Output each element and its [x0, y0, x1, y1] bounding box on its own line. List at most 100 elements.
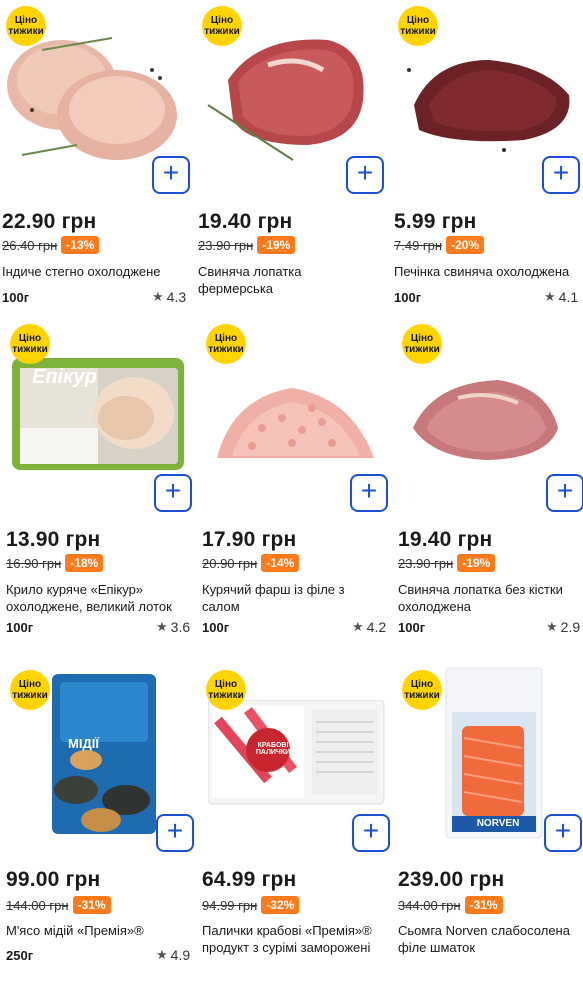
star-icon: ★: [156, 619, 168, 634]
product-card[interactable]: Ціно тижики + 19.40 грн 23.90 грн -19% С…: [198, 0, 394, 330]
star-icon: ★: [544, 289, 556, 304]
product-price: 17.90 грн: [202, 528, 297, 551]
title-line: охолоджене, великий лоток: [6, 599, 172, 614]
product-card[interactable]: Ціно тижики + 19.40 грн 23.90 грн -19% С…: [398, 318, 583, 648]
old-price: 7.49 грн: [394, 237, 443, 253]
add-to-cart-button[interactable]: +: [350, 474, 388, 512]
promo-badge: Ціно тижики: [10, 324, 50, 364]
old-price-row: 144.00 грн -31%: [6, 896, 111, 914]
product-title[interactable]: Печінка свиняча охолоджена: [394, 263, 583, 280]
rating-value: 4.3: [166, 289, 187, 305]
plus-icon: +: [164, 475, 182, 506]
package-brand: Епікур: [32, 366, 97, 388]
plus-icon: +: [356, 157, 374, 188]
title-line: фермерська: [198, 281, 274, 296]
product-title[interactable]: Свиняча лопатка фермерська: [198, 263, 398, 297]
product-price: 19.40 грн: [198, 210, 293, 233]
star-icon: ★: [152, 289, 164, 304]
plus-icon: +: [554, 815, 572, 846]
product-rating: ★ 4.9: [156, 947, 190, 963]
product-title[interactable]: Індиче стегно охолоджене: [2, 263, 202, 280]
old-price: 344.00 грн: [398, 897, 461, 913]
star-icon: ★: [156, 947, 168, 962]
add-to-cart-button[interactable]: +: [156, 814, 194, 852]
product-card[interactable]: МІДІЇ Ціно тижики + 99.00 грн 144.00 грн…: [6, 664, 202, 994]
product-price: 99.00 грн: [6, 868, 101, 891]
product-price: 64.99 грн: [202, 868, 297, 891]
add-to-cart-button[interactable]: +: [544, 814, 582, 852]
title-line: Свиняча лопатка без кістки: [398, 582, 563, 597]
old-price-row: 23.90 грн -19%: [198, 236, 296, 254]
add-to-cart-button[interactable]: +: [542, 156, 580, 194]
product-rating: ★ 4.2: [352, 619, 386, 635]
plus-icon: +: [552, 157, 570, 188]
product-title[interactable]: М'ясо мідій «Премія»®: [6, 922, 206, 939]
promo-badge: Ціно тижики: [202, 6, 242, 46]
promo-badge: Ціно тижики: [10, 670, 50, 710]
product-card[interactable]: Ціно тижики + 5.99 грн 7.49 грн -20% Печ…: [394, 0, 583, 330]
promo-badge: Ціно тижики: [402, 324, 442, 364]
old-price-row: 20.90 грн -14%: [202, 554, 300, 572]
product-title[interactable]: Сьомга Norven слабосолена філе шматок: [398, 922, 583, 956]
plus-icon: +: [556, 475, 574, 506]
discount-badge: -19%: [457, 554, 496, 572]
title-line: Крило куряче «Епікур»: [6, 582, 144, 597]
old-price-row: 7.49 грн -20%: [394, 236, 485, 254]
product-title[interactable]: Палички крабові «Премія»® продукт з сурі…: [202, 922, 402, 956]
title-line: М'ясо мідій «Премія»®: [6, 923, 144, 938]
add-to-cart-button[interactable]: +: [546, 474, 583, 512]
product-rating: ★ 4.1: [544, 289, 578, 305]
add-to-cart-button[interactable]: +: [346, 156, 384, 194]
product-card[interactable]: КРАБОВІ ПАЛИЧКИ Ціно тижики + 64.99 грн …: [202, 664, 398, 994]
old-price: 23.90 грн: [198, 237, 254, 253]
star-icon: ★: [546, 619, 558, 634]
rating-value: 2.9: [560, 619, 581, 635]
package-brand: NORVEN: [476, 818, 520, 829]
add-to-cart-button[interactable]: +: [352, 814, 390, 852]
title-line: Свиняча лопатка: [198, 264, 302, 279]
product-weight: 100г: [6, 620, 34, 635]
promo-badge: Ціно тижики: [398, 6, 438, 46]
add-to-cart-button[interactable]: +: [152, 156, 190, 194]
plus-icon: +: [360, 475, 378, 506]
product-card[interactable]: Ціно тижики + 22.90 грн 26.40 грн -13% І…: [2, 0, 198, 330]
product-card[interactable]: Ціно тижики + 17.90 грн 20.90 грн -14% К…: [202, 318, 398, 648]
product-card[interactable]: Епікур Ціно тижики + 13.90 грн 16.90 грн…: [6, 318, 202, 648]
plus-icon: +: [362, 815, 380, 846]
product-weight: 100г: [398, 620, 426, 635]
old-price: 144.00 грн: [6, 897, 69, 913]
old-price-row: 23.90 грн -19%: [398, 554, 496, 572]
rating-value: 4.9: [170, 947, 191, 963]
product-price: 13.90 грн: [6, 528, 101, 551]
add-to-cart-button[interactable]: +: [154, 474, 192, 512]
old-price: 20.90 грн: [202, 555, 258, 571]
old-price-row: 344.00 грн -31%: [398, 896, 503, 914]
discount-badge: -32%: [261, 896, 300, 914]
product-weight: 100г: [394, 290, 422, 305]
product-weight: 100г: [202, 620, 230, 635]
rating-value: 4.1: [558, 289, 579, 305]
package-brand: КРАБОВІ ПАЛИЧКИ: [255, 742, 291, 756]
old-price-row: 16.90 грн -18%: [6, 554, 104, 572]
promo-badge: Ціно тижики: [402, 670, 442, 710]
product-card[interactable]: NORVEN Ціно тижики + 239.00 грн 344.00 г…: [398, 664, 583, 994]
title-line: Курячий фарш із філе з: [202, 582, 345, 597]
discount-badge: -14%: [261, 554, 300, 572]
promo-badge: Ціно тижики: [206, 324, 246, 364]
discount-badge: -13%: [61, 236, 100, 254]
discount-badge: -18%: [65, 554, 104, 572]
discount-badge: -20%: [446, 236, 485, 254]
product-title[interactable]: Крило куряче «Епікур» охолоджене, велики…: [6, 581, 206, 615]
title-line: охолоджена: [398, 599, 471, 614]
product-price: 239.00 грн: [398, 868, 505, 891]
star-icon: ★: [352, 619, 364, 634]
product-rating: ★ 3.6: [156, 619, 190, 635]
plus-icon: +: [162, 157, 180, 188]
discount-badge: -31%: [72, 896, 111, 914]
product-weight: 100г: [2, 290, 30, 305]
product-rating: ★ 2.9: [546, 619, 580, 635]
discount-badge: -19%: [257, 236, 296, 254]
product-title[interactable]: Свиняча лопатка без кістки охолоджена: [398, 581, 583, 615]
product-title[interactable]: Курячий фарш із філе з салом: [202, 581, 402, 615]
old-price: 16.90 грн: [6, 555, 62, 571]
